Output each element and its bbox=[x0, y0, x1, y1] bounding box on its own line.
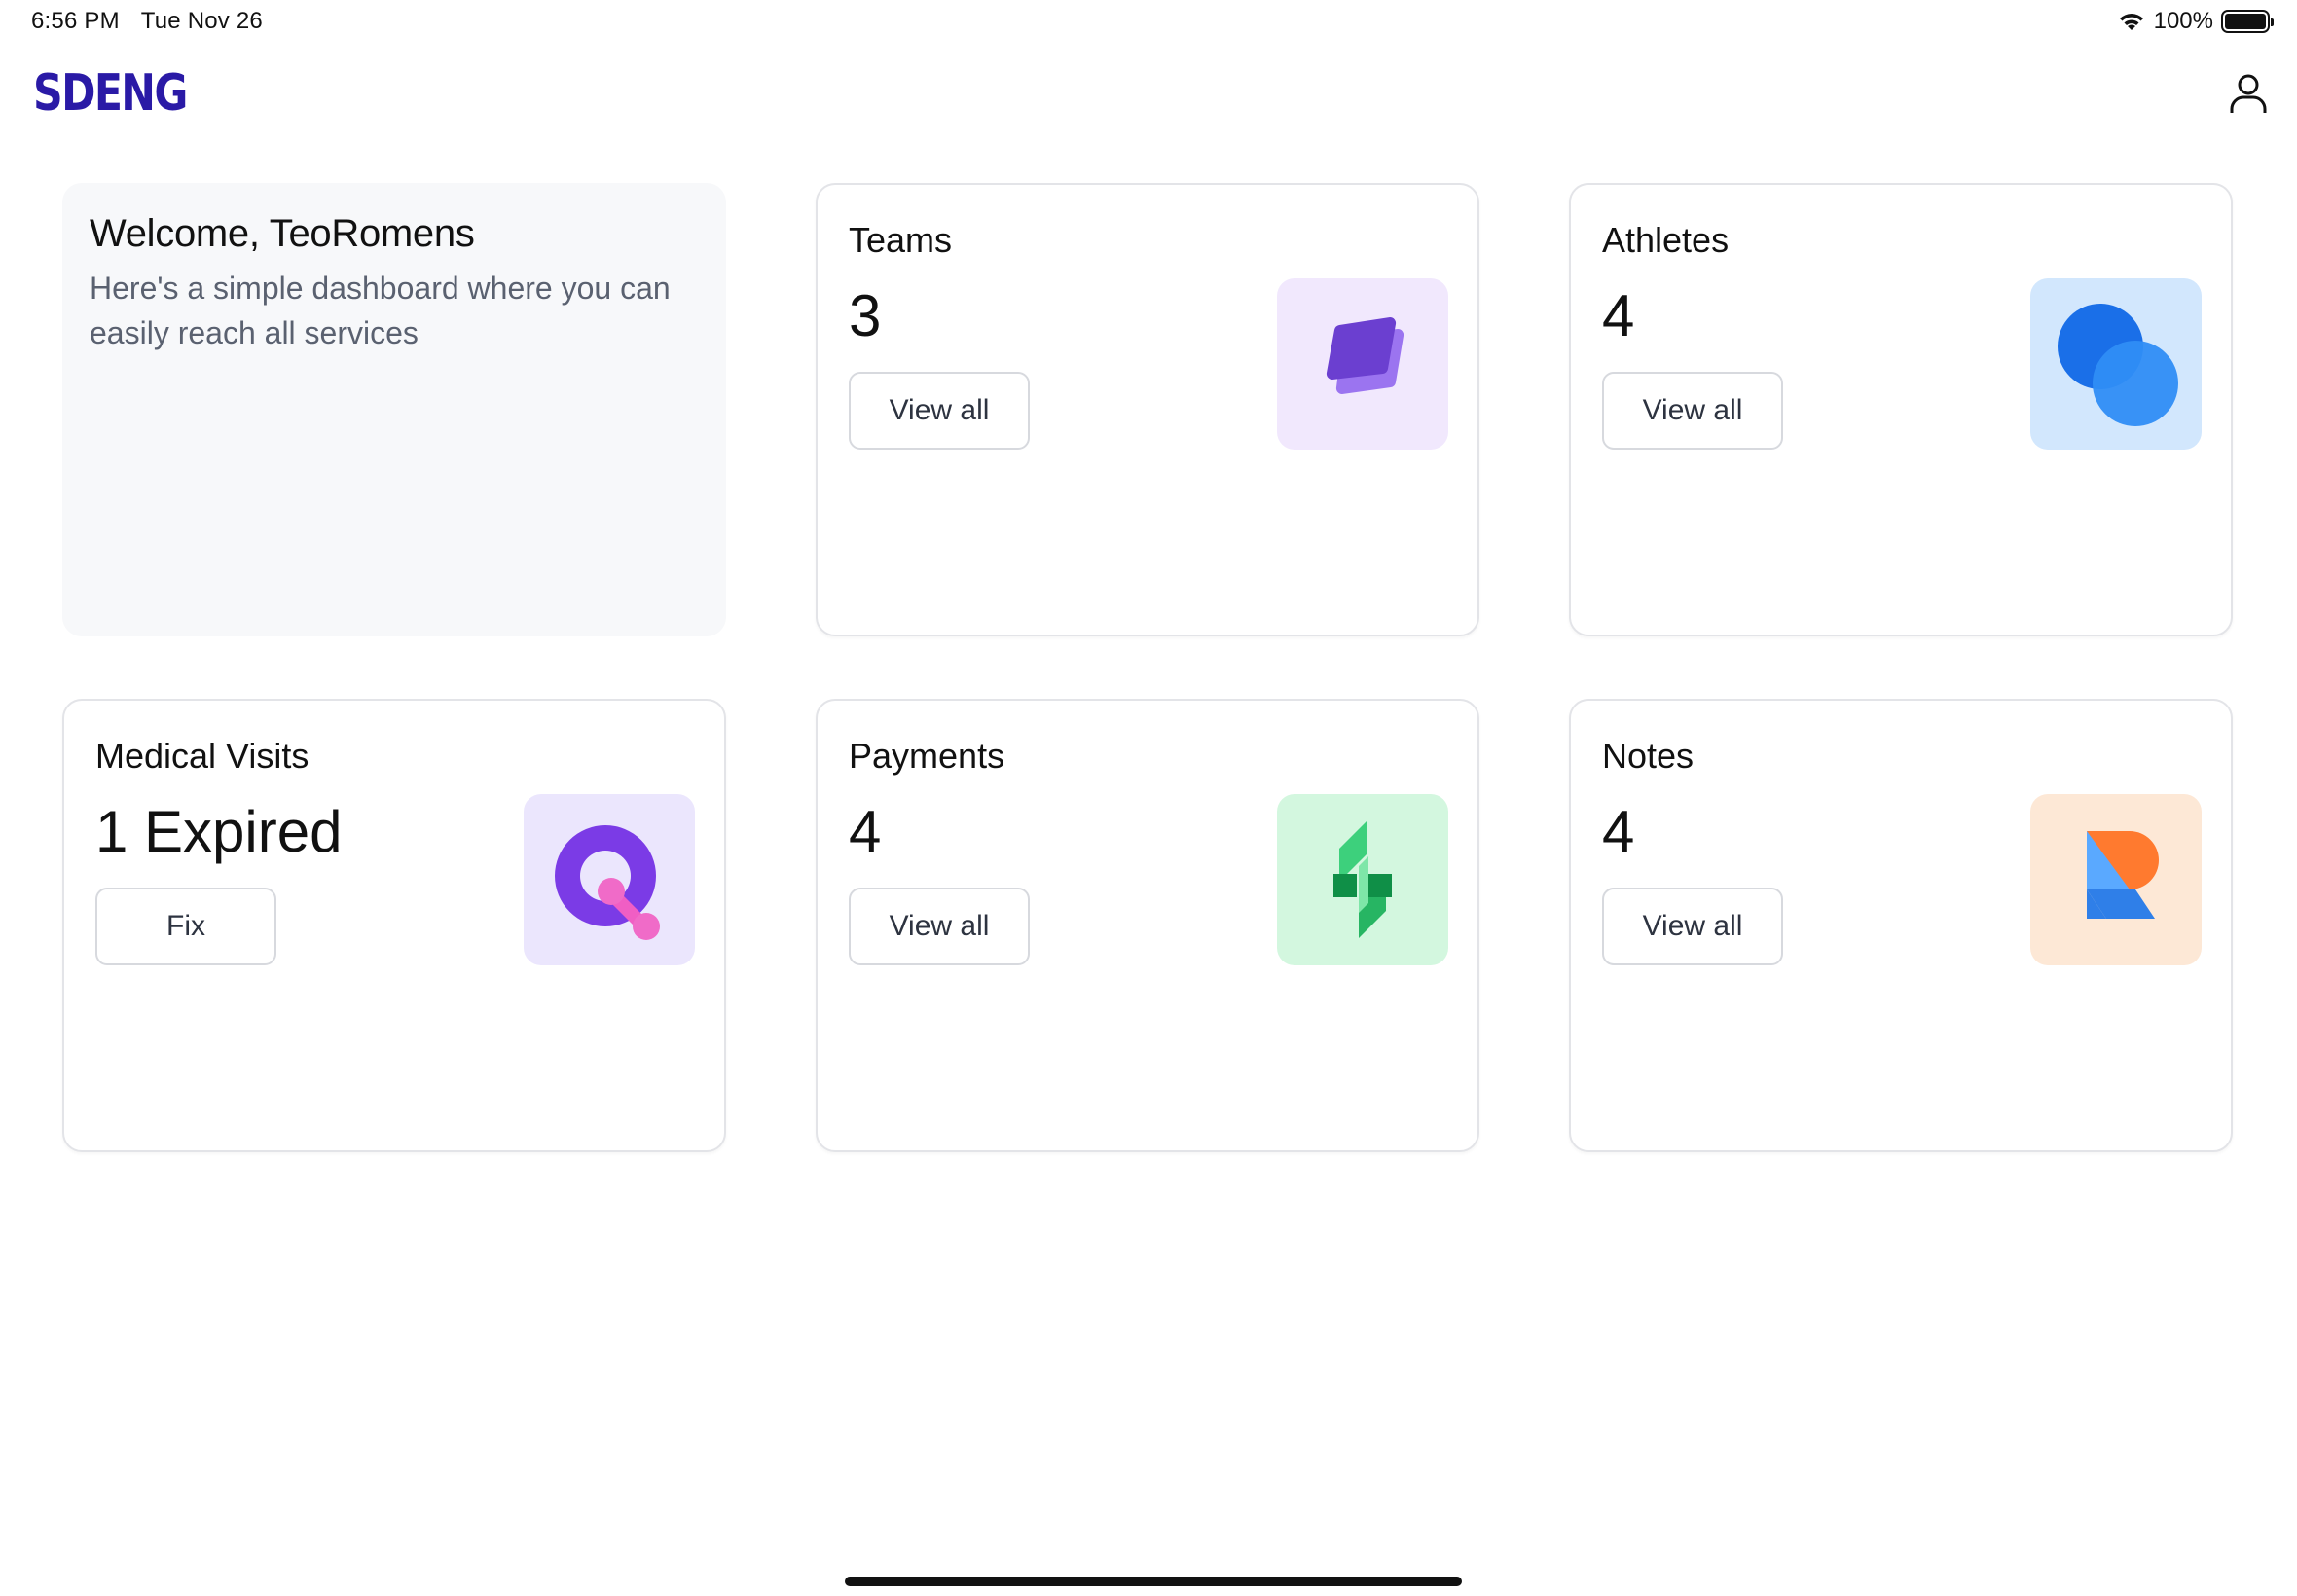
q-icon bbox=[524, 794, 695, 965]
status-date: Tue Nov 26 bbox=[140, 8, 263, 34]
fix-button[interactable]: Fix bbox=[95, 888, 276, 965]
payments-card: Payments 4 View all bbox=[816, 699, 1479, 1152]
status-bar-right: 100% bbox=[2117, 8, 2274, 35]
card-title: Medical Visits bbox=[95, 736, 310, 776]
battery-percent: 100% bbox=[2153, 8, 2213, 34]
welcome-title: Welcome, TeoRomens bbox=[90, 212, 475, 255]
welcome-subtitle: Here's a simple dashboard where you can … bbox=[90, 271, 671, 350]
medical-visits-card: Medical Visits 1 Expired Fix bbox=[62, 699, 726, 1152]
card-title: Notes bbox=[1602, 736, 1695, 776]
teams-card: Teams 3 View all bbox=[816, 183, 1479, 636]
athletes-view-all-button[interactable]: View all bbox=[1602, 372, 1783, 450]
r-icon bbox=[2030, 794, 2202, 965]
circles-icon bbox=[2030, 278, 2202, 450]
card-title: Athletes bbox=[1602, 220, 1730, 260]
card-value: 1 Expired bbox=[95, 799, 343, 864]
card-value: 4 bbox=[1602, 799, 1635, 864]
bolt-icon bbox=[1277, 794, 1448, 965]
layers-icon bbox=[1277, 278, 1448, 450]
user-icon[interactable] bbox=[2225, 70, 2272, 117]
status-time: 6:56 PM bbox=[31, 8, 120, 34]
teams-view-all-button[interactable]: View all bbox=[849, 372, 1030, 450]
card-title: Teams bbox=[849, 220, 953, 260]
card-value: 4 bbox=[849, 799, 882, 864]
notes-card: Notes 4 View all bbox=[1569, 699, 2233, 1152]
welcome-card: Welcome, TeoRomens Here's a simple dashb… bbox=[62, 183, 726, 636]
payments-view-all-button[interactable]: View all bbox=[849, 888, 1030, 965]
athletes-card: Athletes 4 View all bbox=[1569, 183, 2233, 636]
notes-view-all-button[interactable]: View all bbox=[1602, 888, 1783, 965]
card-title: Payments bbox=[849, 736, 1005, 776]
card-value: 3 bbox=[849, 283, 882, 348]
battery-icon bbox=[2221, 10, 2274, 33]
card-value: 4 bbox=[1602, 283, 1635, 348]
app-logo[interactable]: SDENG bbox=[33, 64, 188, 123]
wifi-icon bbox=[2119, 14, 2143, 30]
status-bar-left: 6:56 PM Tue Nov 26 bbox=[31, 8, 263, 35]
home-indicator[interactable] bbox=[845, 1577, 1462, 1586]
